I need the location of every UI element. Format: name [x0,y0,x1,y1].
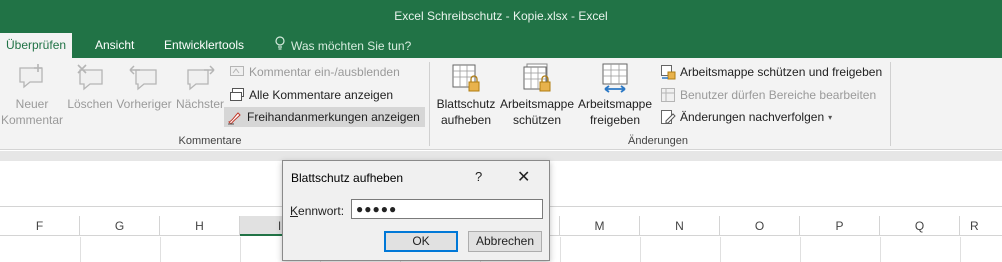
next-comment-button[interactable]: Nächster [174,62,226,112]
ribbon-tabs: Überprüfen Ansicht Entwicklertools Was m… [0,33,1002,58]
group-separator [429,62,430,146]
grid-line [960,237,961,262]
show-all-comments-icon [230,88,244,101]
tell-me-label: Was möchten Sie tun? [291,38,412,53]
column-header[interactable]: M [560,216,640,236]
unprotect-sheet-button[interactable]: Blattschutz aufheben [434,62,498,128]
new-comment-icon [19,64,43,89]
grid-line [640,237,641,262]
share-workbook-button[interactable]: Arbeitsmappe freigeben [576,62,654,128]
next-comment-icon [187,65,215,91]
tab-entwicklertools[interactable]: Entwicklertools [158,33,250,58]
dropdown-arrow-icon: ▾ [828,112,833,122]
grid-line [160,237,161,262]
group-separator [890,62,891,146]
protect-share-workbook-button[interactable]: Arbeitsmappe schützen und freigeben [657,62,885,82]
dialog-title: Blattschutz aufheben [291,171,404,185]
track-changes-icon [661,110,676,124]
allow-edit-ranges-button[interactable]: Benutzer dürfen Bereiche bearbeiten [657,85,879,105]
password-label: Kennwort: [290,204,345,218]
grid-line [880,237,881,262]
previous-comment-button[interactable]: Vorheriger [115,62,173,112]
show-all-comments-button[interactable]: Alle Kommentare anzeigen [226,85,396,105]
grid-line [720,237,721,262]
column-header[interactable]: P [800,216,880,236]
tab-ueberpruefen[interactable]: Überprüfen [0,33,73,58]
show-ink-button[interactable]: Freihandanmerkungen anzeigen [224,107,425,127]
ok-button[interactable]: OK [384,231,458,252]
grid-line [240,237,241,262]
new-comment-button[interactable]: Neuer Kommentar [1,62,63,128]
help-icon[interactable]: ? [475,169,482,184]
tell-me-search[interactable]: Was möchten Sie tun? [268,33,417,58]
ribbon: Neuer Kommentar Löschen Vorheriger Nächs… [0,58,1002,150]
column-header[interactable]: G [80,216,160,236]
cancel-button[interactable]: Abbrechen [468,231,542,252]
grid-line [800,237,801,262]
sheet-lock-icon [452,64,480,92]
protect-share-icon [661,65,676,80]
workbook-lock-icon [523,63,551,92]
workbook-share-icon [602,63,628,93]
grid-line [560,237,561,262]
track-changes-button[interactable]: Änderungen nachverfolgen ▾ [657,107,835,127]
column-header[interactable]: R [960,216,1002,236]
column-header[interactable]: Q [880,216,960,236]
column-header[interactable]: F [0,216,80,236]
group-label-aenderungen: Änderungen [628,135,688,147]
edit-ranges-icon [661,88,675,102]
toggle-comment-icon [230,66,244,76]
window-title: Excel Schreibschutz - Kopie.xlsx - Excel [394,9,608,23]
toggle-comment-button[interactable]: Kommentar ein-/ausblenden [226,62,403,82]
grid-line [80,237,81,262]
delete-comment-button[interactable]: Löschen [66,62,114,112]
delete-comment-icon [77,64,103,91]
previous-comment-icon [129,65,157,91]
column-header[interactable]: N [640,216,720,236]
ink-pen-icon [228,112,241,125]
protect-workbook-button[interactable]: Arbeitsmappe schützen [498,62,576,128]
group-label-kommentare: Kommentare [178,135,242,147]
close-icon[interactable]: ✕ [517,167,530,187]
title-bar: Excel Schreibschutz - Kopie.xlsx - Excel [0,0,1002,33]
password-input[interactable]: ●●●●● [351,199,543,219]
unprotect-sheet-dialog: Blattschutz aufheben ? ✕ Kennwort: ●●●●●… [282,160,550,261]
column-header[interactable]: O [720,216,800,236]
lightbulb-icon [274,34,286,58]
column-header[interactable]: H [160,216,240,236]
tab-ansicht[interactable]: Ansicht [89,33,140,58]
